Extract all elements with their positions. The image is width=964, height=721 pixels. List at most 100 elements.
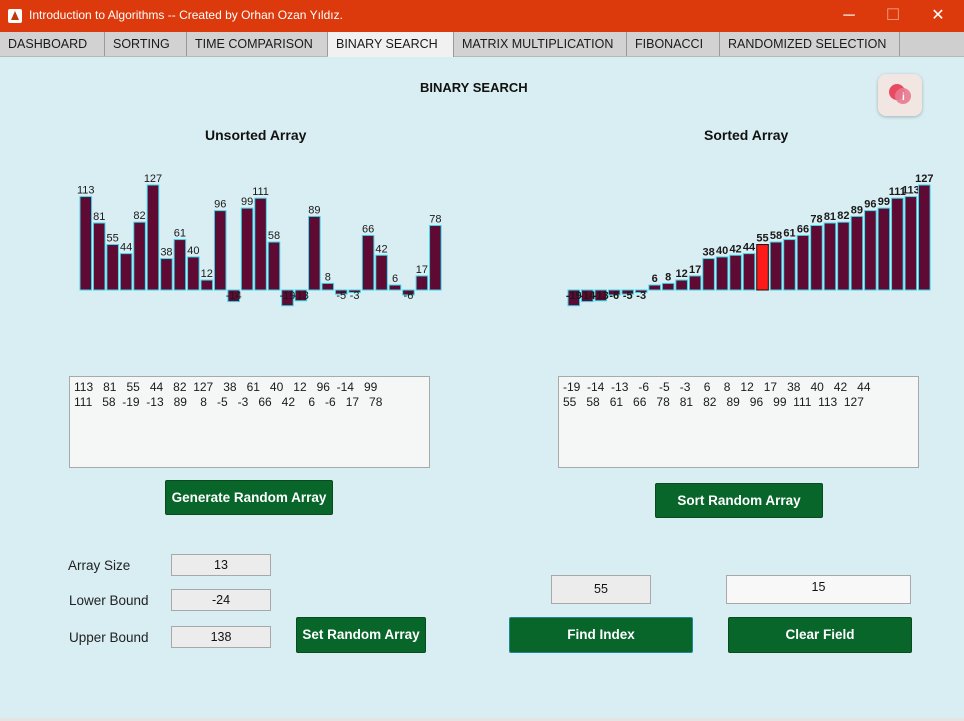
unsorted-bar-label: 40 <box>187 245 199 257</box>
sorted-bar <box>783 239 796 291</box>
sorted-bar <box>729 254 742 291</box>
sorted-line-2: 55 58 61 66 78 81 82 89 96 99 111 113 12… <box>563 395 864 409</box>
sorted-bar-label: 6 <box>652 273 658 285</box>
unsorted-bar <box>173 239 187 291</box>
sorted-bar <box>769 241 783 291</box>
unsorted-bar <box>187 256 200 291</box>
unsorted-bar-label: 55 <box>107 233 119 245</box>
sorted-array-textarea[interactable]: -19 -14 -13 -6 -5 -3 6 8 12 17 38 40 42 … <box>558 376 919 468</box>
unsorted-bar <box>160 258 173 291</box>
unsorted-bar-label: 96 <box>214 199 226 211</box>
sorted-bar <box>661 282 675 291</box>
sorted-bar <box>742 253 756 291</box>
sorted-bar-label: 42 <box>729 243 741 255</box>
unsorted-bar <box>133 221 146 291</box>
unsorted-bar-label: -6 <box>404 290 414 302</box>
sorted-bar-label: 89 <box>851 204 863 216</box>
sorted-bar <box>810 225 823 291</box>
unsorted-bar-label: 38 <box>160 247 172 259</box>
upper-bound-label: Upper Bound <box>69 630 149 645</box>
sorted-bar-label: 113 <box>902 185 920 197</box>
unsorted-bar <box>106 244 119 291</box>
search-target-field[interactable]: 55 <box>551 575 651 604</box>
set-random-array-button[interactable]: Set Random Array <box>296 617 426 653</box>
unsorted-bar-label: 81 <box>93 211 105 223</box>
result-index-field[interactable]: 15 <box>726 575 911 604</box>
sorted-bar-label: 81 <box>824 211 836 223</box>
sorted-bar-label: -13 <box>593 290 609 302</box>
sorted-bar <box>715 256 729 291</box>
lower-bound-label: Lower Bound <box>69 593 149 608</box>
unsorted-bar <box>429 225 442 291</box>
unsorted-bar-chart: 113815544821273861401296-149911158-19-13… <box>77 173 933 307</box>
unsorted-array-textarea[interactable]: 113 81 55 44 82 127 38 61 40 12 96 -14 9… <box>69 376 430 468</box>
sorted-bar-label: -6 <box>609 290 619 302</box>
sorted-bar-label: 82 <box>837 210 849 222</box>
sorted-bar <box>837 221 850 291</box>
find-index-button[interactable]: Find Index <box>509 617 693 653</box>
sorted-line-1: -19 -14 -13 -6 -5 -3 6 8 12 17 38 40 42 … <box>563 380 871 394</box>
sorted-bar-label: 17 <box>689 264 701 276</box>
unsorted-bar <box>375 254 388 291</box>
sorted-bar <box>877 207 891 291</box>
unsorted-bar-label: -14 <box>226 290 242 302</box>
unsorted-bar-label: -5 <box>336 290 346 302</box>
unsorted-bar <box>415 275 429 291</box>
unsorted-bar-label: -3 <box>350 290 360 302</box>
unsorted-bar-label: 113 <box>77 185 95 197</box>
upper-bound-field[interactable]: 138 <box>171 626 271 648</box>
sorted-bar <box>756 244 769 291</box>
unsorted-bar <box>200 279 214 291</box>
sorted-bar-label: 8 <box>665 271 671 283</box>
unsorted-bar-label: 111 <box>252 186 269 198</box>
sorted-bar-label: 78 <box>810 214 822 226</box>
array-size-field[interactable]: 13 <box>171 554 271 576</box>
unsorted-bar <box>308 215 321 291</box>
sorted-bar <box>904 196 918 291</box>
sorted-bar-label: -5 <box>623 290 633 302</box>
unsorted-bar <box>119 253 133 291</box>
unsorted-bar-label: 66 <box>362 223 374 235</box>
unsorted-line-1: 113 81 55 44 82 127 38 61 40 12 96 -14 9… <box>74 380 378 394</box>
unsorted-bar-label: 12 <box>201 268 213 280</box>
lower-bound-field[interactable]: -24 <box>171 589 271 611</box>
unsorted-bar <box>361 234 375 291</box>
unsorted-bar-label: 61 <box>174 228 186 240</box>
unsorted-line-2: 111 58 -19 -13 89 8 -5 -3 66 42 6 -6 17 … <box>74 395 383 409</box>
sorted-bar-label: -3 <box>636 290 646 302</box>
sorted-bar-label: 96 <box>864 199 876 211</box>
unsorted-bar-label: 6 <box>392 273 398 285</box>
sorted-bar <box>918 184 931 291</box>
sorted-bar-label: 12 <box>676 268 688 280</box>
sorted-bar-label: 61 <box>783 228 795 240</box>
unsorted-bar-label: 58 <box>268 230 280 242</box>
unsorted-bar <box>92 222 106 291</box>
unsorted-bar <box>213 210 227 291</box>
unsorted-bar <box>254 197 267 291</box>
sort-random-array-button[interactable]: Sort Random Array <box>655 483 823 518</box>
sorted-bar <box>823 222 837 291</box>
unsorted-bar-label: 44 <box>120 242 132 254</box>
clear-field-button[interactable]: Clear Field <box>728 617 912 653</box>
sorted-bar-label: 55 <box>756 233 768 245</box>
sorted-bar <box>796 234 810 291</box>
sorted-bar <box>702 258 715 291</box>
sorted-bar-label: 66 <box>797 223 809 235</box>
sorted-bar <box>891 197 904 291</box>
sorted-bar <box>688 275 702 291</box>
sorted-bar <box>675 279 688 291</box>
unsorted-bar-label: 89 <box>308 204 320 216</box>
sorted-bar-label: 44 <box>743 242 756 254</box>
generate-random-array-button[interactable]: Generate Random Array <box>165 480 333 515</box>
unsorted-bar-label: 42 <box>375 243 387 255</box>
unsorted-bar-label: 82 <box>133 210 145 222</box>
unsorted-bar-label: -13 <box>293 290 309 302</box>
sorted-bar <box>850 215 864 291</box>
unsorted-bar <box>240 207 254 291</box>
sorted-bar-label: 38 <box>702 247 714 259</box>
array-size-label: Array Size <box>68 558 131 573</box>
unsorted-bar <box>146 184 160 291</box>
sorted-bar-label: 40 <box>716 245 728 257</box>
unsorted-bar <box>79 196 93 291</box>
unsorted-bar <box>267 241 281 291</box>
